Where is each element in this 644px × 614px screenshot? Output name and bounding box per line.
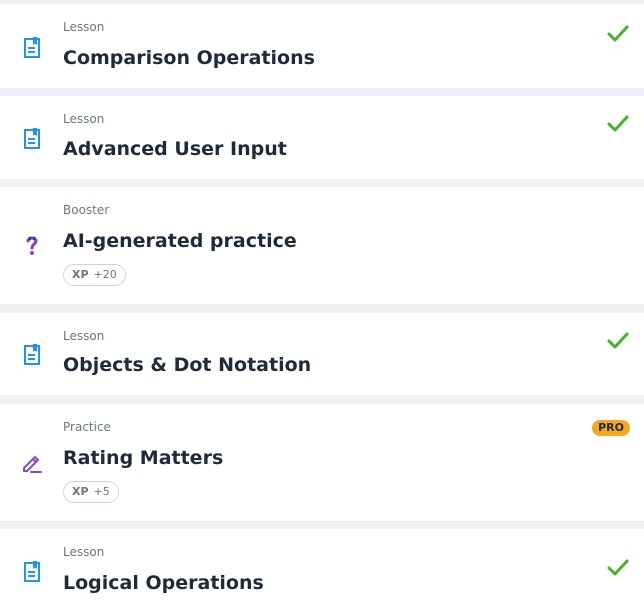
item-kind-label: Practice: [63, 420, 111, 434]
pencil-icon: [23, 456, 42, 473]
check-icon: [607, 25, 629, 42]
list-item-ai-generated-practice[interactable]: Booster AI-generated practice XP +20: [0, 187, 644, 304]
item-title: Comparison Operations: [63, 47, 315, 69]
xp-badge: XP +20: [63, 264, 126, 286]
lesson-doc-icon: [24, 37, 40, 58]
xp-badge: XP +5: [63, 481, 119, 503]
lesson-doc-icon: [24, 344, 40, 365]
item-kind-label: Lesson: [63, 20, 105, 34]
item-title: Advanced User Input: [63, 138, 287, 160]
item-kind-label: Booster: [63, 203, 110, 217]
xp-value: +5: [93, 485, 110, 498]
item-kind-label: Lesson: [63, 329, 105, 343]
item-title: AI-generated practice: [63, 230, 297, 252]
check-icon: [607, 559, 629, 576]
list-item-comparison-operations[interactable]: Lesson Comparison Operations: [0, 4, 644, 88]
list-item-logical-operations[interactable]: Lesson Logical Operations: [0, 529, 644, 614]
item-kind-label: Lesson: [63, 545, 105, 559]
xp-label: XP: [72, 268, 89, 281]
xp-value: +20: [93, 268, 117, 281]
list-item-objects-dot-notation[interactable]: Lesson Objects & Dot Notation: [0, 313, 644, 395]
question-mark-icon: [26, 236, 38, 255]
item-kind-label: Lesson: [63, 112, 105, 126]
xp-label: XP: [72, 485, 89, 498]
lesson-doc-icon: [24, 561, 40, 582]
item-title: Logical Operations: [63, 572, 264, 594]
list-item-rating-matters[interactable]: Practice Rating Matters PRO XP +5: [0, 404, 644, 521]
list-item-advanced-user-input[interactable]: Lesson Advanced User Input: [0, 96, 644, 179]
item-title: Rating Matters: [63, 447, 224, 469]
check-icon: [607, 115, 629, 132]
pro-badge: PRO: [592, 420, 630, 436]
check-icon: [607, 332, 629, 349]
lesson-doc-icon: [24, 128, 40, 149]
item-title: Objects & Dot Notation: [63, 354, 312, 376]
